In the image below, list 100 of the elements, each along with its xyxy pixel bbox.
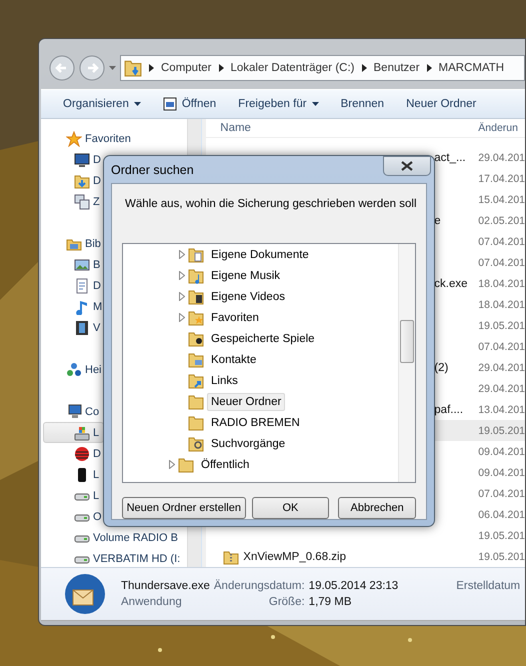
- nav-item[interactable]: Z: [43, 191, 105, 212]
- file-name: paf....: [434, 404, 464, 416]
- nav-item[interactable]: L: [43, 485, 104, 506]
- expand-arrow-icon[interactable]: [169, 460, 175, 469]
- scrollbar-thumb[interactable]: [400, 320, 414, 363]
- breadcrumb-arrow-icon[interactable]: [218, 64, 224, 72]
- close-icon: [401, 160, 413, 170]
- nav-group-header[interactable]: Hei: [85, 364, 102, 376]
- tree-item[interactable]: Neuer Ordner: [207, 392, 286, 410]
- breadcrumb-item[interactable]: Lokaler Datenträger (C:): [230, 62, 354, 74]
- nav-item[interactable]: B: [43, 254, 106, 275]
- folder-icon: [124, 59, 142, 77]
- document-folder-icon: [188, 246, 204, 262]
- file-date: 07.04.201: [477, 236, 525, 248]
- address-bar[interactable]: Computer Lokaler Datenträger (C:) Benutzer MARCMATH: [120, 55, 525, 81]
- tree-item[interactable]: Favoriten: [207, 308, 263, 326]
- file-date: 19.05.201: [477, 530, 525, 542]
- film-icon: [74, 320, 90, 336]
- nav-item[interactable]: L: [43, 422, 104, 443]
- tree-item[interactable]: Gespeicherte Spiele: [207, 330, 319, 348]
- tree-item[interactable]: Öffentlich: [197, 456, 254, 474]
- file-date: 17.04.201: [477, 172, 525, 184]
- toolbar-button[interactable]: Freigeben für: [230, 94, 327, 114]
- nav-item[interactable]: O: [43, 506, 107, 527]
- nav-item[interactable]: L: [43, 464, 104, 485]
- breadcrumb-item[interactable]: Computer: [161, 62, 212, 74]
- breadcrumb-arrow-icon[interactable]: [362, 64, 366, 72]
- breadcrumb-item[interactable]: Benutzer: [374, 62, 420, 74]
- toolbar-button[interactable]: Neuer Ordner: [398, 94, 484, 114]
- nav-item[interactable]: D: [43, 149, 106, 170]
- breadcrumb-item[interactable]: MARCMATH: [438, 62, 504, 74]
- tree-item[interactable]: Eigene Dokumente: [207, 246, 313, 264]
- forward-button[interactable]: [79, 55, 105, 81]
- file-row[interactable]: XnViewMP_0.68.zip 19.05.201: [206, 546, 525, 567]
- field-label: Erstelldatum: [456, 580, 520, 592]
- nav-item[interactable]: M: [43, 296, 108, 317]
- toolbar-button[interactable]: Brennen: [332, 94, 392, 114]
- picture-icon: [74, 256, 90, 272]
- dialog-button[interactable]: Neuen Ordner erstellen: [122, 497, 246, 519]
- caret-icon: [134, 102, 141, 106]
- file-date: 29.04.201: [477, 362, 525, 374]
- dialog-title: Ordner suchen: [111, 162, 194, 176]
- tree-item[interactable]: Links: [207, 372, 242, 390]
- breadcrumb-arrow-icon[interactable]: [426, 64, 432, 72]
- nav-group-header[interactable]: Favoriten: [85, 132, 131, 144]
- file-row[interactable]: 19.05.201: [206, 525, 525, 546]
- folder-icon: [188, 394, 204, 410]
- file-name: (2): [434, 362, 448, 374]
- zip-folder-icon: [223, 548, 240, 564]
- nav-item[interactable]: Volume RADIO B: [43, 527, 183, 548]
- monitor-icon: [74, 152, 90, 168]
- toolbar-button[interactable]: Organisieren: [55, 94, 149, 114]
- column-header[interactable]: Name: [206, 122, 466, 134]
- back-button[interactable]: [49, 55, 75, 81]
- breadcrumb-arrow-icon[interactable]: [149, 64, 154, 72]
- tree-item[interactable]: Suchvorgänge: [207, 434, 290, 452]
- tree-item[interactable]: Eigene Videos: [207, 288, 289, 306]
- file-name: ck.exe: [434, 278, 468, 290]
- contacts-folder-icon: [188, 352, 204, 368]
- field-label: Größe:: [268, 596, 305, 608]
- column-header[interactable]: Änderun: [465, 122, 525, 134]
- file-date: 19.05.201: [477, 424, 525, 436]
- expand-arrow-icon[interactable]: [179, 292, 185, 301]
- toolbar-button[interactable]: Öffnen: [154, 93, 224, 115]
- field-label: Änderungsdatum:: [214, 580, 305, 592]
- file-type: Anwendung: [121, 596, 183, 608]
- window-icon: [162, 97, 177, 111]
- disc-icon: [74, 446, 90, 462]
- file-date: 19.05.201: [477, 550, 525, 562]
- dropdown-arrow-icon[interactable]: [109, 66, 116, 70]
- scrollbar[interactable]: [398, 244, 415, 482]
- dialog-button[interactable]: Abbrechen: [338, 497, 416, 519]
- star-icon: [66, 130, 82, 146]
- document-icon: [74, 278, 90, 294]
- folder-icon: [74, 172, 90, 188]
- nav-group-header[interactable]: Co: [85, 406, 100, 418]
- dialog-button[interactable]: OK: [252, 497, 330, 519]
- close-button[interactable]: [383, 156, 431, 176]
- nav-item[interactable]: D: [43, 443, 106, 464]
- nav-item[interactable]: D: [43, 170, 106, 191]
- music-note-icon: [74, 298, 90, 314]
- file-date: 13.04.201: [477, 404, 525, 416]
- tree-item[interactable]: Eigene Musik: [207, 266, 284, 284]
- file-date: 07.04.201: [477, 488, 525, 500]
- search-folder-icon: [188, 436, 204, 452]
- file-name: Thundersave.exe: [121, 580, 210, 592]
- drive-icon: [74, 424, 90, 440]
- tree-item[interactable]: Kontakte: [207, 350, 260, 368]
- tree-item[interactable]: RADIO BREMEN: [207, 414, 304, 432]
- expand-arrow-icon[interactable]: [179, 271, 185, 280]
- nav-item[interactable]: VERBATIM HD (I:: [43, 548, 186, 569]
- nav-item[interactable]: V: [43, 317, 106, 338]
- expand-arrow-icon[interactable]: [179, 250, 185, 259]
- nav-item[interactable]: D: [43, 275, 106, 296]
- star-folder-icon: [188, 310, 204, 326]
- field-value: 19.05.2014 23:13: [308, 580, 398, 592]
- file-date: 02.05.201: [477, 214, 525, 226]
- expand-arrow-icon[interactable]: [179, 313, 185, 322]
- network-icon: [66, 362, 82, 378]
- nav-group-header[interactable]: Bib: [85, 238, 101, 250]
